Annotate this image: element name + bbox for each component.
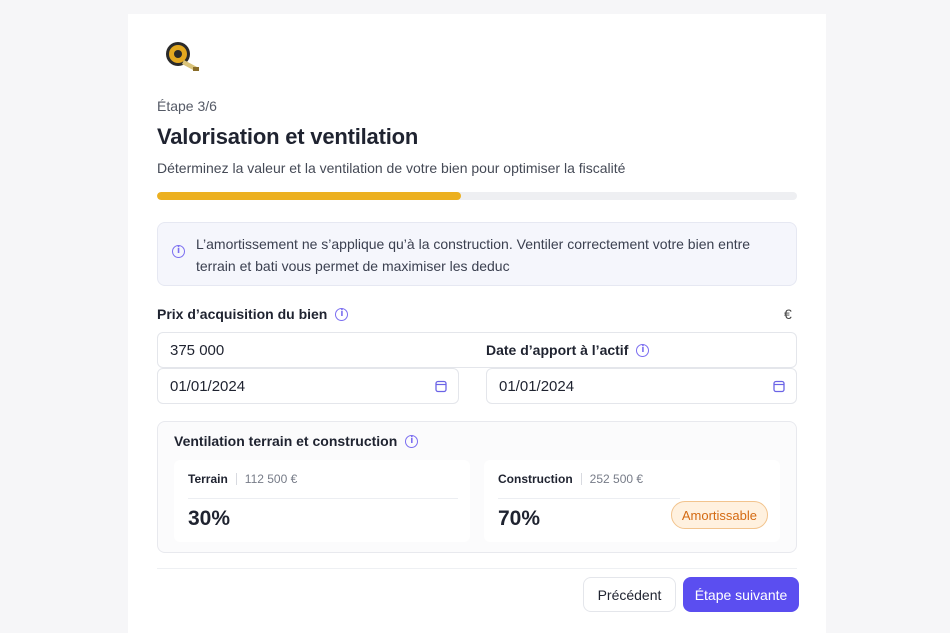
acquisition-date-value: 01/01/2024 [170,377,246,395]
amortissable-badge: Amortissable [670,501,768,529]
currency-symbol: € [784,306,792,322]
divider [188,498,458,499]
page-title: Valorisation et ventilation [157,124,419,149]
info-text: L’amortissement ne s’applique qu’à la co… [196,236,751,274]
progress-bar [157,192,797,200]
terrain-label: Terrain [188,472,228,486]
construction-header: Construction 252 500 € [498,472,643,486]
apport-date-label: Date d’apport à l’actif [486,342,629,358]
terrain-header: Terrain 112 500 € [188,472,297,486]
apport-date-label-row: Date d’apport à l’actif i [486,342,654,358]
info-icon[interactable]: i [405,434,419,448]
divider [235,473,237,485]
acquisition-price-input[interactable]: 375 000 [157,332,797,368]
info-icon[interactable]: i [636,343,650,357]
divider [580,473,582,485]
acquisition-price-value: 375 000 [170,341,225,359]
next-step-button[interactable]: Étape suivante [683,577,799,612]
step-indicator: Étape 3/6 [157,98,217,114]
info-icon[interactable]: i [335,307,349,321]
divider [498,498,680,499]
progress-fill [157,192,461,200]
acquisition-date-input[interactable]: 01/01/2024 [157,368,459,404]
apport-date-input[interactable]: 01/01/2024 [486,368,797,404]
construction-card[interactable]: Construction 252 500 € 70% Amortissable [484,460,780,542]
acquisition-price-label-row: Prix d’acquisition du bien i [157,306,349,322]
ventilation-panel: Ventilation terrain et construction i Te… [157,421,797,553]
info-icon: i [172,240,185,258]
construction-amount: 252 500 € [589,472,644,486]
terrain-card[interactable]: Terrain 112 500 € 30% [174,460,470,542]
terrain-percent: 30% [188,507,231,530]
ventilation-title-row: Ventilation terrain et construction i [174,433,419,449]
footer-divider [157,568,797,569]
terrain-amount: 112 500 € [244,472,298,486]
calendar-icon[interactable] [434,379,448,393]
apport-date-value: 01/01/2024 [499,377,575,395]
tape-measure-icon [157,34,205,78]
acquisition-price-label: Prix d’acquisition du bien [157,306,328,322]
construction-percent: 70% [498,507,541,530]
info-callout: i L’amortissement ne s’applique qu’à la … [157,222,797,286]
ventilation-title: Ventilation terrain et construction [174,433,398,449]
page-subtitle: Déterminez la valeur et la ventilation d… [157,160,626,176]
construction-label: Construction [498,472,573,486]
calendar-icon[interactable] [772,379,786,393]
previous-button[interactable]: Précédent [583,577,676,612]
